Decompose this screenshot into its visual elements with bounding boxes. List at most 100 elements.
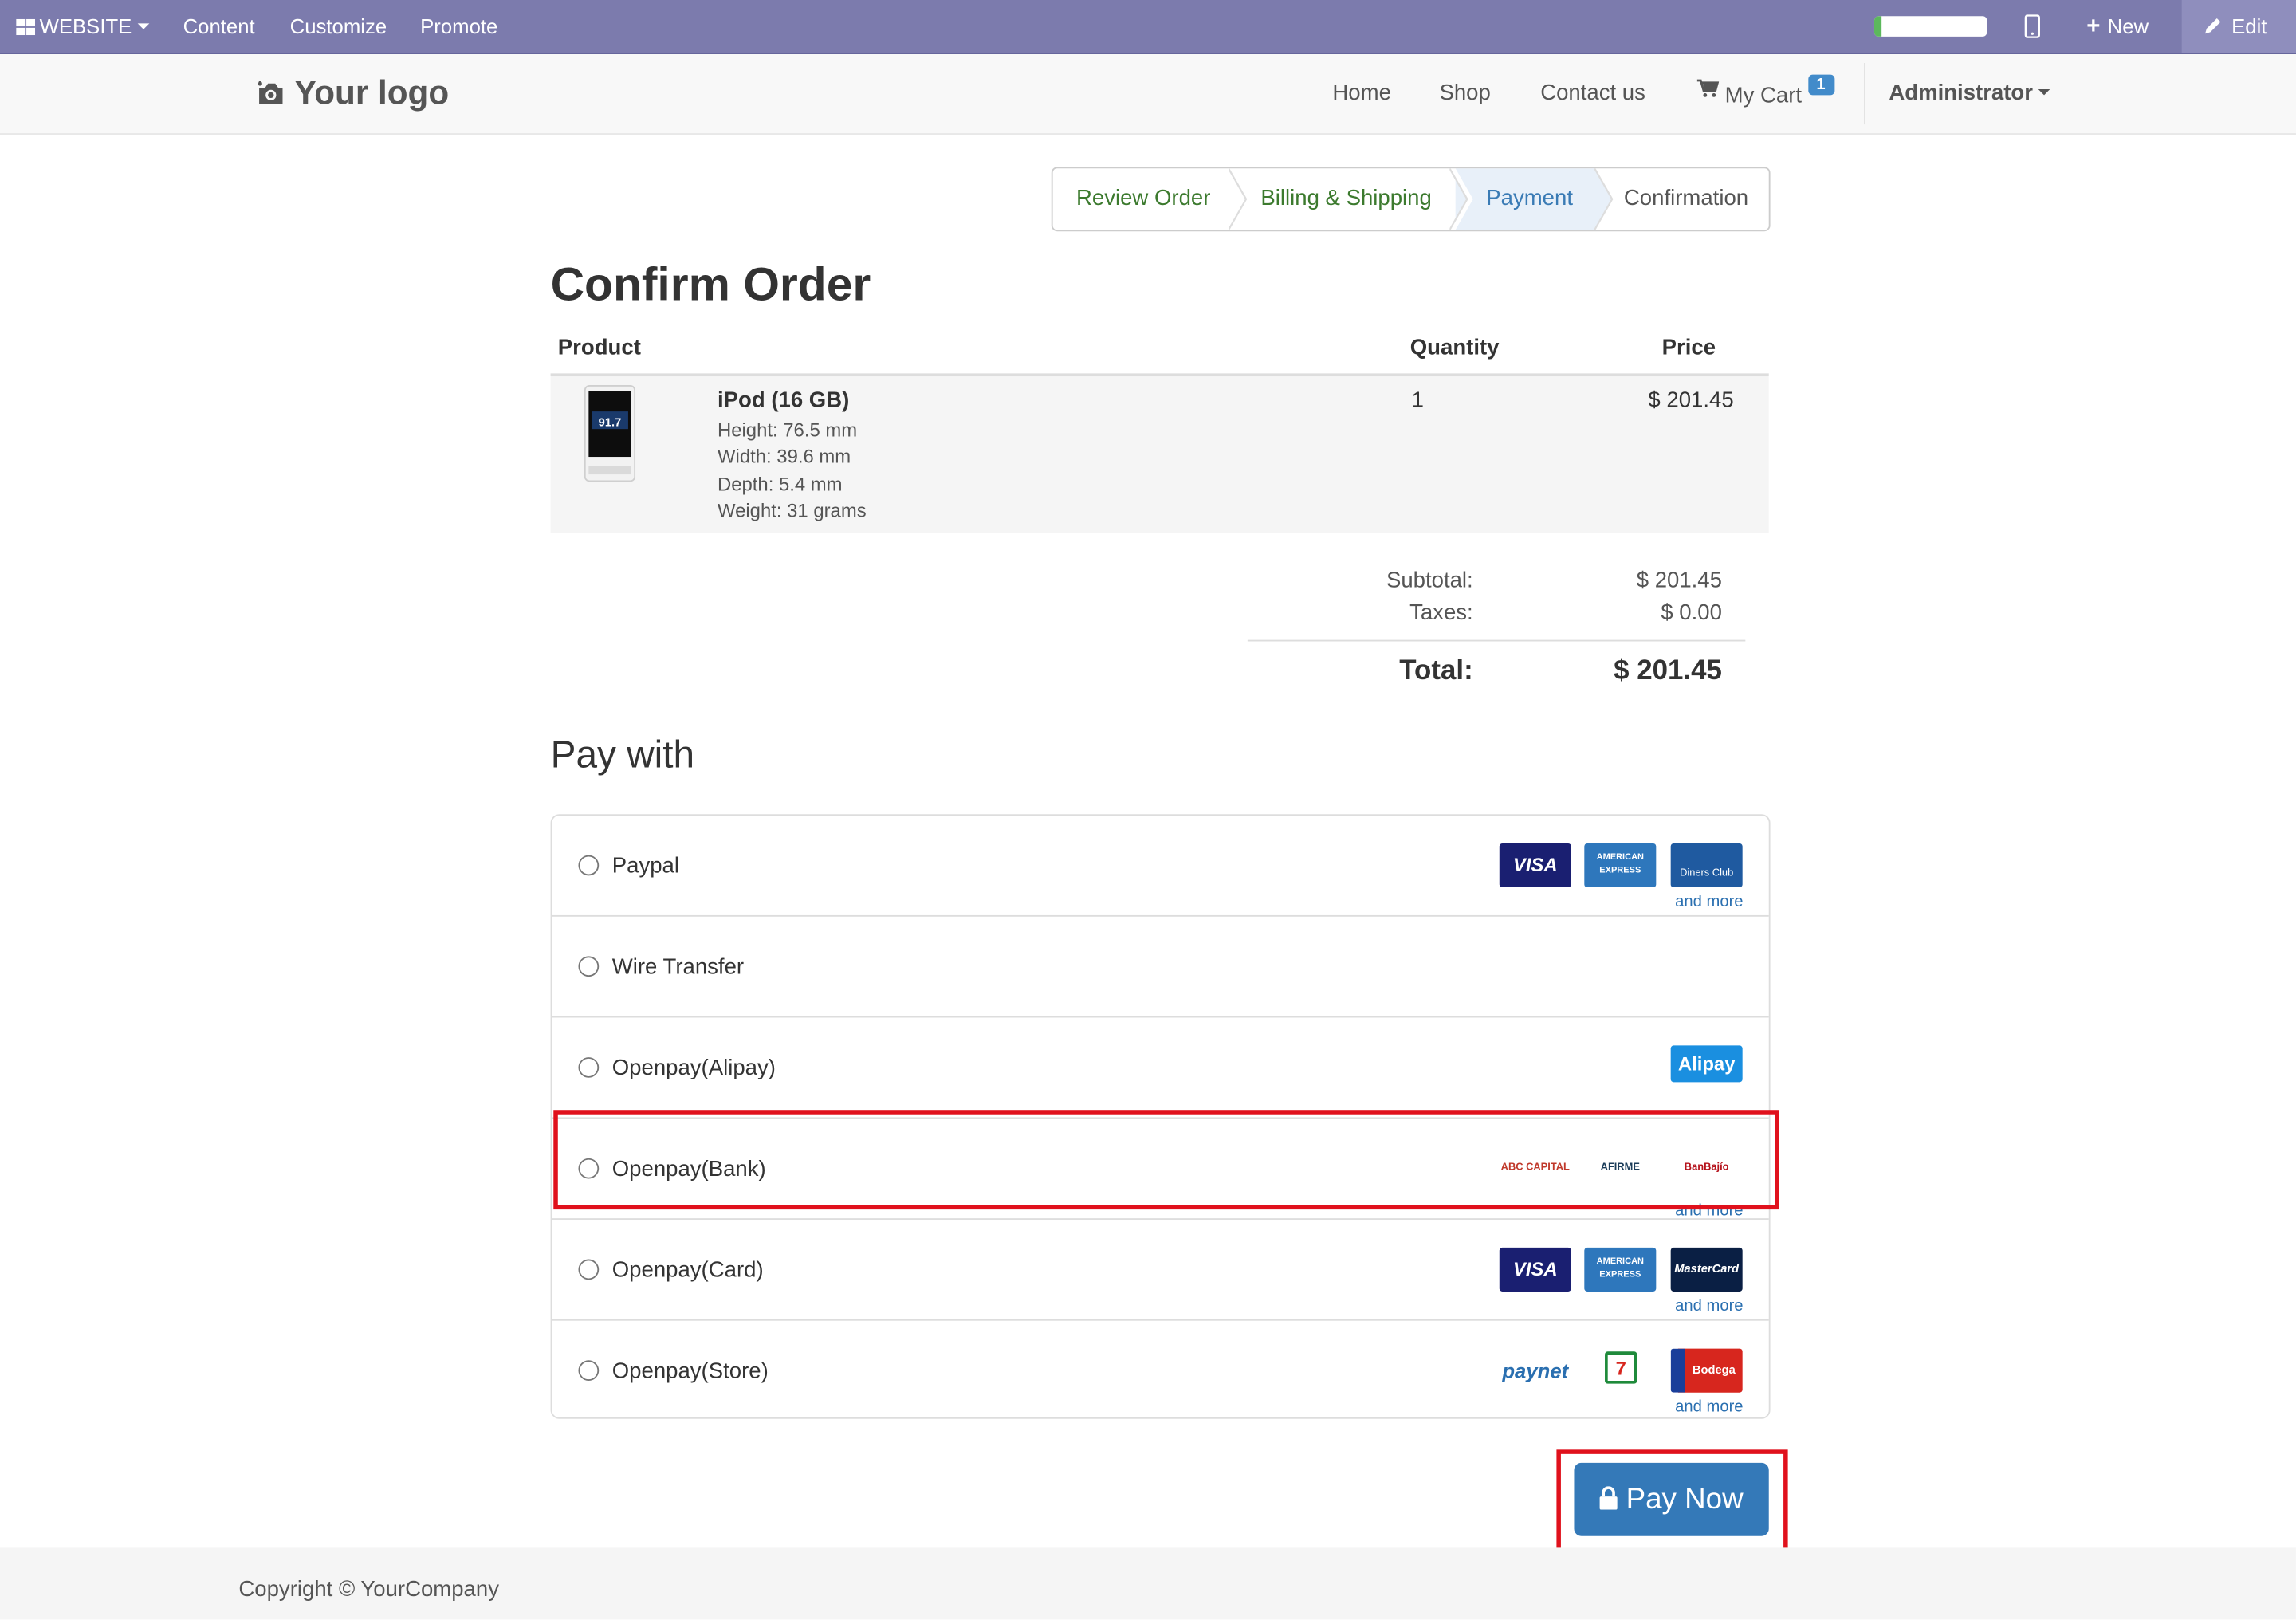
nav-contact-us[interactable]: Contact us [1540, 81, 1645, 105]
header-price: Price [1661, 335, 1716, 360]
and-more-link[interactable]: and more [1675, 1398, 1743, 1416]
nav-home[interactable]: Home [1332, 81, 1390, 105]
plus-icon: + [2086, 14, 2101, 40]
payment-method-label: Paypal [611, 853, 679, 879]
payment-method-label: Openpay(Card) [611, 1257, 764, 1283]
wizard-step-review-order[interactable]: Review Order [1053, 168, 1229, 230]
total-label: Total: [1399, 655, 1473, 687]
payment-method-label: Wire Transfer [611, 954, 745, 980]
mobile-preview-button[interactable] [2023, 0, 2041, 53]
product-name[interactable]: iPod (16 GB) [718, 388, 849, 413]
wizard-step-confirmation: Confirmation [1623, 186, 1749, 211]
payment-method-openpay-store[interactable]: Openpay(Store) paynet 7 Bodega and more [552, 1321, 1768, 1422]
new-label: New [2107, 14, 2149, 38]
payment-method-openpay-alipay[interactable]: Openpay(Alipay) Alipay [552, 1018, 1769, 1119]
taxes-label: Taxes: [1409, 600, 1473, 626]
and-more-link[interactable]: and more [1675, 1202, 1743, 1220]
new-button[interactable]: + New [2086, 0, 2149, 53]
product-price: $ 201.45 [1648, 387, 1734, 413]
banbajio-logo: BanBajío [1684, 1162, 1729, 1174]
header-quantity: Quantity [1409, 335, 1500, 360]
pencil-icon [2205, 18, 2221, 34]
wizard-step-payment[interactable]: Payment [1455, 168, 1595, 230]
alipay-logo: Alipay [1670, 1045, 1743, 1083]
checkout-wizard: Review Order Billing & Shipping Payment … [1051, 167, 1771, 232]
payment-method-list: Paypal VISA AMERICAN EXPRESS Diners Club… [550, 814, 1771, 1422]
amex-logo: AMERICAN EXPRESS [1584, 843, 1657, 888]
edit-button[interactable]: Edit [2204, 0, 2267, 53]
site-navbar: Your logo Home Shop Contact us My Cart 1 … [0, 53, 2296, 135]
logo-text: Your logo [294, 73, 450, 112]
total-value: $ 201.45 [1614, 655, 1722, 687]
visa-logo: VISA [1499, 1247, 1571, 1292]
taxes-value: $ 0.00 [1661, 600, 1722, 626]
product-spec: Height: 76.5 mm [717, 419, 858, 441]
admin-bar: WEBSITE Content Customize Promote + New E… [0, 0, 2296, 54]
apps-grid-icon [16, 18, 36, 36]
site-logo[interactable]: Your logo [256, 73, 449, 113]
cart-label: My Cart [1724, 83, 1803, 108]
radio-button[interactable] [578, 956, 600, 977]
website-menu[interactable]: WEBSITE [16, 0, 150, 53]
edit-label: Edit [2231, 14, 2267, 38]
camera-icon [258, 81, 283, 104]
website-label: WEBSITE [39, 14, 132, 38]
payment-method-paypal[interactable]: Paypal VISA AMERICAN EXPRESS Diners Club… [552, 816, 1769, 917]
radio-button[interactable] [578, 1158, 600, 1179]
payment-method-openpay-bank[interactable]: Openpay(Bank) ABC CAPITAL AFIRME BanBají… [552, 1119, 1769, 1220]
copyright: Copyright © YourCompany [238, 1577, 499, 1602]
chevron-down-icon [2038, 89, 2051, 96]
user-name: Administrator [1889, 81, 2033, 106]
radio-button[interactable] [578, 1057, 600, 1078]
product-spec: Weight: 31 grams [717, 499, 867, 521]
ipod-screen-text: 91.7 [599, 416, 622, 429]
radio-button[interactable] [578, 1259, 600, 1280]
and-more-link[interactable]: and more [1675, 1297, 1743, 1315]
and-more-link[interactable]: and more [1675, 893, 1743, 910]
amex-logo: AMERICAN EXPRESS [1584, 1247, 1657, 1292]
visa-logo: VISA [1499, 843, 1571, 888]
nav-shop[interactable]: Shop [1439, 81, 1490, 105]
payment-method-label: Openpay(Bank) [611, 1156, 766, 1182]
wizard-chevron [1449, 168, 1473, 230]
bodega-logo: Bodega [1670, 1348, 1743, 1393]
radio-button[interactable] [578, 855, 600, 876]
pay-with-title: Pay with [550, 732, 695, 777]
payment-method-wire-transfer[interactable]: Wire Transfer [552, 917, 1769, 1018]
lock-icon [1600, 1486, 1618, 1510]
afirme-logo: AFIRME [1600, 1162, 1640, 1174]
product-image[interactable]: 91.7 [584, 385, 636, 482]
pay-now-label: Pay Now [1626, 1483, 1744, 1516]
mobile-icon [2024, 14, 2040, 39]
paynet-logo: paynet [1502, 1359, 1569, 1382]
radio-button[interactable] [578, 1360, 600, 1382]
content-menu[interactable]: Content [183, 0, 255, 53]
product-spec: Width: 39.6 mm [717, 445, 851, 467]
nav-my-cart[interactable]: My Cart 1 [1696, 74, 1834, 108]
product-quantity: 1 [1411, 387, 1424, 413]
diners-club-logo: Diners Club [1670, 843, 1743, 888]
mastercard-logo: MasterCard [1670, 1247, 1743, 1292]
progress-fill [1873, 16, 1881, 37]
wizard-step-billing-shipping[interactable]: Billing & Shipping [1260, 168, 1451, 230]
subtotal-label: Subtotal: [1386, 568, 1473, 593]
header-product: Product [557, 335, 641, 360]
seven-eleven-logo: 7 [1605, 1351, 1637, 1384]
wizard-chevron [1591, 168, 1614, 230]
cart-count-badge: 1 [1807, 74, 1834, 96]
cart-icon [1696, 79, 1720, 97]
pay-now-button[interactable]: Pay Now [1574, 1462, 1769, 1536]
payment-method-label: Openpay(Store) [611, 1359, 769, 1384]
product-spec: Depth: 5.4 mm [717, 473, 843, 495]
abc-capital-logo: ABC CAPITAL [1500, 1162, 1570, 1174]
payment-method-openpay-card[interactable]: Openpay(Card) VISA AMERICAN EXPRESS Mast… [552, 1220, 1769, 1321]
payment-method-label: Openpay(Alipay) [611, 1056, 776, 1081]
wizard-chevron [1228, 168, 1248, 230]
customize-menu[interactable]: Customize [290, 0, 387, 53]
subtotal-value: $ 201.45 [1636, 568, 1722, 593]
page-title: Confirm Order [550, 258, 871, 311]
promote-menu[interactable]: Promote [420, 0, 497, 53]
summary-divider [1247, 639, 1746, 642]
user-menu[interactable]: Administrator [1889, 81, 2051, 106]
progress-bar [1873, 16, 1987, 37]
